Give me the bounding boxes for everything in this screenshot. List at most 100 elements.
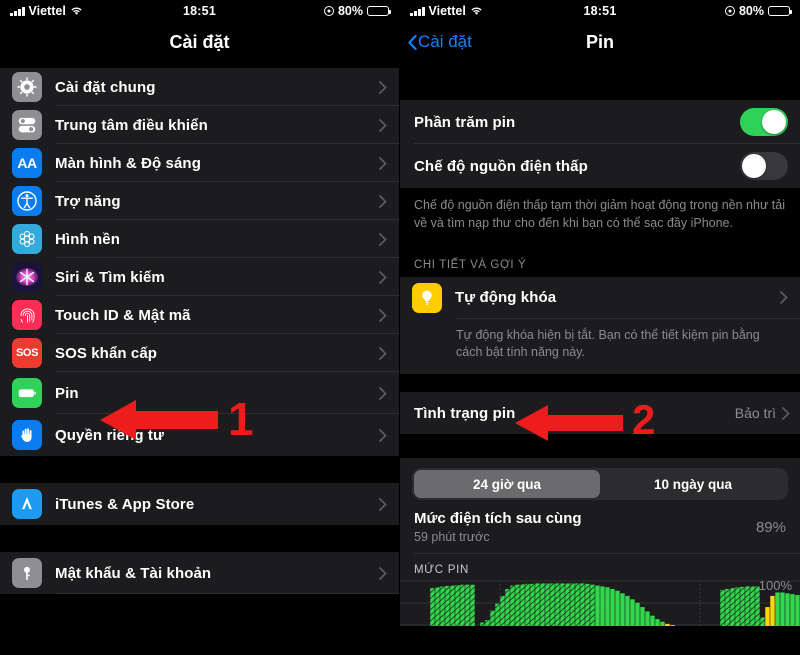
status-bar-left: Viettel 18:51 80%: [0, 0, 399, 22]
battery-health-value: Bảo trì: [734, 405, 776, 421]
battery-icon: [768, 5, 793, 17]
settings-group-store: iTunes & App Store: [0, 483, 399, 525]
sidebar-item-general[interactable]: Cài đặt chung: [0, 68, 399, 106]
sidebar-item-label: iTunes & App Store: [55, 495, 195, 513]
chevron-right-icon: [379, 232, 387, 246]
sidebar-item-label: Cài đặt chung: [55, 78, 156, 96]
sidebar-item-passwords-accounts[interactable]: Mật khẩu & Tài khoản: [0, 552, 399, 594]
back-button[interactable]: Cài đặt: [400, 32, 472, 52]
last-charge-title: Mức điện tích sau cùng: [414, 510, 582, 527]
sidebar-item-wallpaper[interactable]: Hình nền: [0, 220, 399, 258]
screenshot-root: Viettel 18:51 80% Cài đặt Cài đặt chung …: [0, 0, 800, 655]
chevron-right-icon: [782, 406, 790, 420]
sidebar-item-label: Hình nền: [55, 230, 120, 248]
sidebar-item-emergency-sos[interactable]: SOS SOS khẩn cấp: [0, 334, 399, 372]
right-nav-bar: Cài đặt Pin: [400, 22, 800, 62]
left-nav-bar: Cài đặt: [0, 22, 399, 62]
chevron-right-icon: [379, 386, 387, 400]
gear-icon: [12, 72, 42, 102]
chevron-right-icon: [379, 428, 387, 442]
spacer: [0, 456, 399, 483]
chevron-right-icon: [379, 308, 387, 322]
sidebar-item-label: Mật khẩu & Tài khoản: [55, 564, 212, 582]
auto-lock-row[interactable]: Tự động khóa: [400, 277, 800, 319]
battery-percent-text: 80%: [738, 4, 764, 18]
location-services-icon: [724, 6, 735, 16]
chevron-right-icon: [379, 118, 387, 132]
display-brightness-icon: AA: [12, 148, 42, 178]
tab-last-24-hours[interactable]: 24 giờ qua: [414, 470, 600, 498]
back-button-label: Cài đặt: [418, 32, 472, 51]
sidebar-item-touch-id[interactable]: Touch ID & Mật mã: [0, 296, 399, 334]
wallpaper-icon: [12, 224, 42, 254]
sidebar-item-label: Pin: [55, 384, 79, 402]
key-icon: [12, 558, 42, 588]
siri-icon: [12, 262, 42, 292]
sidebar-item-accessibility[interactable]: Trợ năng: [0, 182, 399, 220]
battery-percent-text: 80%: [337, 4, 363, 18]
battery-green-icon: [12, 378, 42, 408]
battery-level-chart: MỨC PIN 100%: [400, 554, 800, 626]
accessibility-icon: [12, 186, 42, 216]
status-bar-right: Viettel 18:51 80%: [400, 0, 800, 22]
chart-plot-area: 100%: [400, 578, 800, 626]
chevron-right-icon: [379, 346, 387, 360]
location-services-icon: [323, 6, 334, 16]
usage-period-segmented-control[interactable]: 24 giờ qua 10 ngày qua: [412, 468, 788, 500]
chart-max-label: 100%: [758, 578, 792, 593]
chevron-right-icon: [379, 80, 387, 94]
last-charge-value: 89%: [755, 518, 786, 536]
sidebar-item-label: Màn hình & Độ sáng: [55, 154, 201, 172]
right-phone-screen: Viettel 18:51 80% Cài đặt Pin Phần trăm …: [400, 0, 800, 655]
chevron-right-icon: [379, 270, 387, 284]
usage-period-segmented-wrap: 24 giờ qua 10 ngày qua: [400, 458, 800, 500]
battery-percentage-toggle[interactable]: [740, 108, 788, 136]
auto-lock-help-text: Tự động khóa hiện bị tắt. Bạn có thể tiế…: [400, 318, 800, 374]
battery-health-label: Tình trạng pin: [414, 404, 516, 422]
tab-last-10-days[interactable]: 10 ngày qua: [600, 470, 786, 498]
control-center-icon: [12, 110, 42, 140]
left-phone-screen: Viettel 18:51 80% Cài đặt Cài đặt chung …: [0, 0, 400, 655]
app-store-icon: [12, 489, 42, 519]
sidebar-item-privacy[interactable]: Quyền riêng tư: [0, 414, 399, 456]
settings-group-main: Cài đặt chung Trung tâm điều khiển AA Mà…: [0, 68, 399, 456]
insights-group: Tự động khóa Tự động khóa hiện bị tắt. B…: [400, 276, 800, 374]
privacy-hand-icon: [12, 420, 42, 450]
battery-toggles-group: Phần trăm pin Chế độ nguồn điện thấp: [400, 100, 800, 188]
insights-section-header: CHI TIẾT VÀ GỢI Ý: [400, 244, 800, 277]
low-power-mode-row[interactable]: Chế độ nguồn điện thấp: [400, 144, 800, 188]
low-power-mode-toggle[interactable]: [740, 152, 788, 180]
spacer: [400, 62, 800, 100]
sos-icon: SOS: [12, 338, 42, 368]
battery-health-group: Tình trạng pin Bảo trì: [400, 392, 800, 434]
low-power-mode-label: Chế độ nguồn điện thấp: [414, 157, 588, 175]
sidebar-item-itunes-app-store[interactable]: iTunes & App Store: [0, 483, 399, 525]
page-title: Pin: [585, 31, 614, 52]
battery-icon: [367, 5, 392, 17]
status-bar-right-cluster: 80%: [323, 4, 392, 18]
battery-percentage-row[interactable]: Phần trăm pin: [400, 100, 800, 144]
status-bar-right-cluster: 80%: [724, 4, 793, 18]
sidebar-item-battery[interactable]: Pin: [0, 372, 399, 414]
sidebar-item-siri-search[interactable]: Siri & Tìm kiếm: [0, 258, 399, 296]
sidebar-item-label: Quyền riêng tư: [55, 426, 164, 444]
page-title: Cài đặt: [169, 31, 230, 52]
last-charge-text: Mức điện tích sau cùng 59 phút trước: [414, 510, 756, 544]
low-power-mode-help-text: Chế độ nguồn điện thấp tạm thời giảm hoạ…: [400, 188, 800, 245]
touch-id-icon: [12, 300, 42, 330]
settings-group-accounts: Mật khẩu & Tài khoản: [0, 552, 399, 594]
sidebar-item-label: Touch ID & Mật mã: [55, 306, 191, 324]
spacer: [400, 434, 800, 458]
chevron-right-icon: [379, 566, 387, 580]
spacer: [400, 374, 800, 392]
sidebar-item-label: Trợ năng: [55, 192, 121, 210]
chevron-right-icon: [780, 291, 788, 304]
sidebar-item-display-brightness[interactable]: AA Màn hình & Độ sáng: [0, 144, 399, 182]
sidebar-item-label: Trung tâm điều khiển: [55, 116, 208, 134]
chart-title: MỨC PIN: [414, 564, 469, 576]
battery-percentage-label: Phần trăm pin: [414, 113, 516, 131]
last-charge-row: Mức điện tích sau cùng 59 phút trước 89%: [400, 500, 800, 554]
sidebar-item-control-center[interactable]: Trung tâm điều khiển: [0, 106, 399, 144]
auto-lock-label: Tự động khóa: [455, 289, 557, 306]
battery-health-row[interactable]: Tình trạng pin Bảo trì: [400, 392, 800, 434]
